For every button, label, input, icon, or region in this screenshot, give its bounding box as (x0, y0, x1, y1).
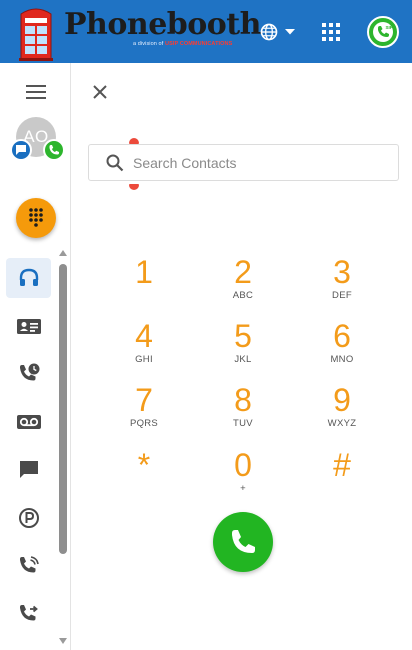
sip-badge-label: SIP (386, 25, 393, 30)
dial-key-letters: WXYZ (327, 418, 357, 429)
sidebar: AO (0, 63, 71, 650)
sidebar-scrollbar[interactable] (59, 264, 67, 554)
dial-key-digit: # (333, 447, 351, 483)
globe-icon (260, 23, 278, 41)
dial-key-7[interactable]: 7 PQRS (104, 383, 184, 443)
dialpad-button[interactable] (16, 198, 56, 238)
search-contacts-box[interactable] (88, 144, 399, 181)
nav-recent-calls[interactable] (6, 354, 51, 394)
dial-key-digit: 0 (234, 447, 252, 483)
dial-key-letters: + (240, 483, 246, 494)
dial-key-9[interactable]: 9 WXYZ (302, 383, 382, 443)
dial-key-digit: 9 (333, 382, 351, 418)
search-icon (106, 154, 124, 172)
dial-key-digit: 1 (135, 254, 153, 290)
dial-key-digit: 7 (135, 382, 153, 418)
call-history-icon (19, 363, 39, 381)
dial-key-8[interactable]: 8 TUV (203, 383, 283, 443)
dial-key-letters: JKL (234, 354, 252, 365)
dial-key-digit: 5 (234, 318, 252, 354)
chat-icon (19, 461, 38, 478)
dial-key-digit: 8 (234, 382, 252, 418)
close-icon[interactable] (90, 82, 110, 102)
app-header: Phonebooth a division of USIP COMMUNICAT… (0, 0, 412, 63)
drop-marker-bottom (129, 184, 139, 190)
dial-key-digit: 3 (333, 254, 351, 290)
dial-key-3[interactable]: 3 DEF (302, 255, 382, 315)
phone-ringing-icon (19, 556, 39, 573)
search-contacts-input[interactable] (133, 145, 393, 180)
caret-down-icon (285, 29, 295, 35)
dial-key-letters: TUV (233, 418, 253, 429)
sip-phone-icon: SIP (373, 22, 393, 42)
brand-subtitle-company: USIP COMMUNICATIONS (165, 41, 233, 47)
voicemail-icon (16, 415, 41, 429)
parking-icon (18, 508, 39, 528)
sip-presence-button[interactable]: SIP (367, 16, 399, 48)
dial-key-letters: PQRS (129, 418, 159, 429)
contact-card-icon (16, 319, 41, 334)
brand-subtitle: a division of USIP COMMUNICATIONS (133, 41, 232, 47)
phone-icon (49, 145, 59, 155)
phone-booth-logo-icon (19, 8, 53, 61)
brand-subtitle-prefix: a division of (133, 41, 164, 47)
nav-contact-center[interactable] (6, 258, 51, 298)
nav-call-forward[interactable] (6, 594, 51, 634)
dial-key-letters: DEF (332, 290, 352, 301)
dial-key-4[interactable]: 4 GHI (104, 319, 184, 379)
dial-key-6[interactable]: 6 MNO (302, 319, 382, 379)
brand-name: Phonebooth (64, 7, 261, 42)
nav-voicemail[interactable] (6, 402, 51, 442)
call-button[interactable] (213, 512, 273, 572)
apps-grid-icon[interactable] (321, 22, 341, 42)
dial-key-digit: * (137, 447, 151, 483)
scroll-down-arrow-icon[interactable] (58, 636, 68, 646)
dial-key-star[interactable]: * (104, 448, 184, 508)
dial-key-1[interactable]: 1 (104, 255, 184, 315)
headset-icon (19, 268, 38, 286)
dial-key-letters: ABC (232, 290, 254, 301)
phone-icon (232, 530, 255, 553)
phonebooth-app: Phonebooth a division of USIP COMMUNICAT… (0, 0, 412, 650)
dial-key-digit: 6 (333, 318, 351, 354)
dial-key-letters: GHI (135, 354, 153, 365)
dialpad-icon (29, 208, 43, 227)
dial-key-digit: 2 (234, 254, 252, 290)
scroll-up-arrow-icon[interactable] (58, 248, 68, 258)
dial-key-5[interactable]: 5 JKL (203, 319, 283, 379)
nav-ring-group[interactable] (6, 546, 51, 586)
call-status-badge[interactable] (43, 139, 65, 161)
chat-bubble-icon (16, 145, 26, 155)
dial-key-hash[interactable]: # (302, 448, 382, 508)
dial-key-2[interactable]: 2 ABC (203, 255, 283, 315)
dial-key-digit: 4 (135, 318, 153, 354)
language-button[interactable] (259, 20, 301, 44)
dial-key-letters: MNO (330, 354, 354, 365)
nav-contacts[interactable] (6, 306, 51, 346)
nav-park[interactable] (6, 498, 51, 538)
phone-forward-icon (19, 605, 38, 621)
nav-messages[interactable] (6, 450, 51, 490)
hamburger-menu-icon[interactable] (24, 83, 48, 101)
chat-status-badge[interactable] (10, 139, 32, 161)
dial-key-0[interactable]: 0 + (203, 448, 283, 508)
